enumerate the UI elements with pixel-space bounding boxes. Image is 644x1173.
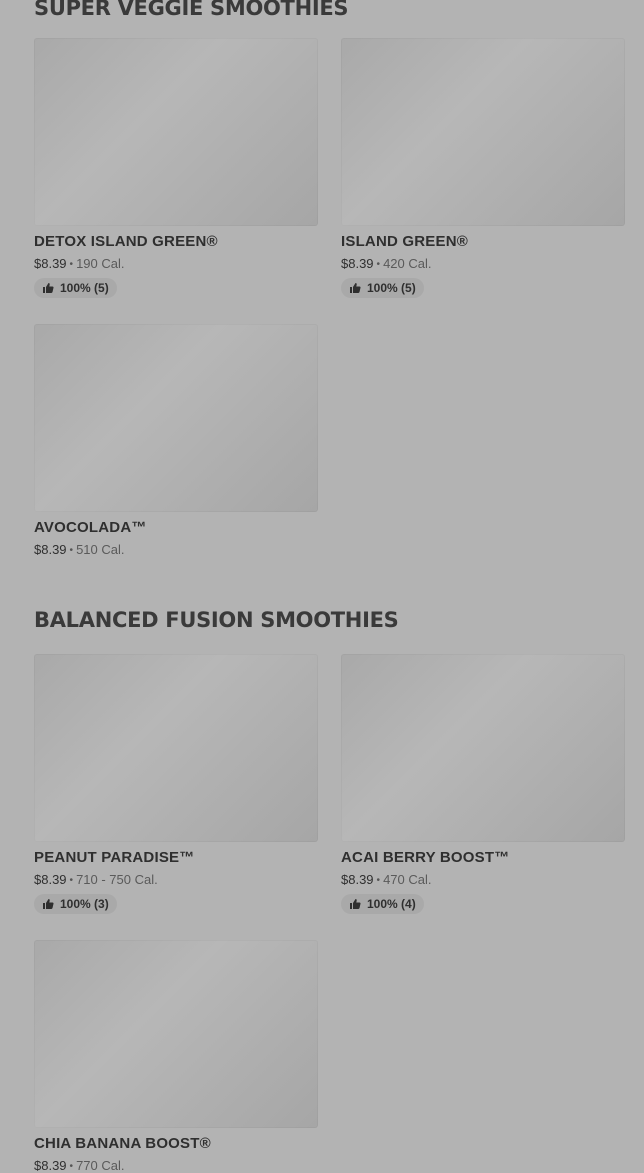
- rating-badge: 100% (4): [341, 894, 424, 914]
- product-calories: 190 Cal.: [76, 256, 125, 271]
- product-price: $8.39: [34, 872, 67, 887]
- product-meta: $8.39 • 710 - 750 Cal.: [34, 872, 318, 887]
- product-calories: 420 Cal.: [383, 256, 432, 271]
- product-name[interactable]: ISLAND GREEN®: [341, 233, 625, 250]
- product-meta: $8.39 • 470 Cal.: [341, 872, 625, 887]
- product-meta: $8.39 • 190 Cal.: [34, 256, 318, 271]
- product-image[interactable]: [341, 654, 625, 842]
- product-name[interactable]: ACAI BERRY BOOST™: [341, 849, 625, 866]
- product-price: $8.39: [341, 256, 374, 271]
- thumbs-up-icon: [43, 899, 54, 909]
- rating-badge: 100% (5): [34, 278, 117, 298]
- rating-badge: 100% (3): [34, 894, 117, 914]
- section-title-super-veggie: SUPER VEGGIE SMOOTHIES: [34, 0, 349, 20]
- menu-card-avocolada[interactable]: AVOCOLADA™ $8.39 • 510 Cal.: [34, 324, 318, 557]
- thumbs-up-icon: [350, 283, 361, 293]
- product-name[interactable]: PEANUT PARADISE™: [34, 849, 318, 866]
- menu-card-island-green[interactable]: ISLAND GREEN® $8.39 • 420 Cal. 100% (5): [341, 38, 625, 299]
- product-calories: 710 - 750 Cal.: [76, 872, 158, 887]
- rating-text: 100% (4): [367, 897, 416, 911]
- thumbs-up-icon: [43, 283, 54, 293]
- product-calories: 470 Cal.: [383, 872, 432, 887]
- product-name[interactable]: AVOCOLADA™: [34, 519, 318, 536]
- product-name[interactable]: DETOX ISLAND GREEN®: [34, 233, 318, 250]
- rating-text: 100% (5): [60, 281, 109, 295]
- product-calories: 770 Cal.: [76, 1158, 125, 1173]
- menu-card-detox-island-green[interactable]: DETOX ISLAND GREEN® $8.39 • 190 Cal. 100% …: [34, 38, 318, 299]
- separator-dot: •: [69, 875, 74, 886]
- product-image[interactable]: [341, 38, 625, 226]
- product-price: $8.39: [341, 872, 374, 887]
- product-price: $8.39: [34, 1158, 67, 1173]
- rating-text: 100% (3): [60, 897, 109, 911]
- product-image[interactable]: [34, 940, 318, 1128]
- menu-card-chia-banana-boost[interactable]: CHIA BANANA BOOST® $8.39 • 770 Cal.: [34, 940, 318, 1173]
- product-image[interactable]: [34, 38, 318, 226]
- rating-text: 100% (5): [367, 281, 416, 295]
- thumbs-up-icon: [350, 899, 361, 909]
- menu-card-peanut-paradise[interactable]: PEANUT PARADISE™ $8.39 • 710 - 750 Cal. 10…: [34, 654, 318, 915]
- product-price: $8.39: [34, 542, 67, 557]
- separator-dot: •: [376, 875, 381, 886]
- section-title-balanced-fusion: BALANCED FUSION SMOOTHIES: [34, 608, 399, 632]
- product-calories: 510 Cal.: [76, 542, 125, 557]
- separator-dot: •: [376, 259, 381, 270]
- product-meta: $8.39 • 770 Cal.: [34, 1158, 318, 1173]
- product-image[interactable]: [34, 654, 318, 842]
- product-name[interactable]: CHIA BANANA BOOST®: [34, 1135, 318, 1152]
- product-image[interactable]: [34, 324, 318, 512]
- product-price: $8.39: [34, 256, 67, 271]
- menu-card-acai-berry-boost[interactable]: ACAI BERRY BOOST™ $8.39 • 470 Cal. 100% (4…: [341, 654, 625, 915]
- separator-dot: •: [69, 545, 74, 556]
- separator-dot: •: [69, 1161, 74, 1172]
- separator-dot: •: [69, 259, 74, 270]
- rating-badge: 100% (5): [341, 278, 424, 298]
- product-meta: $8.39 • 420 Cal.: [341, 256, 625, 271]
- product-meta: $8.39 • 510 Cal.: [34, 542, 318, 557]
